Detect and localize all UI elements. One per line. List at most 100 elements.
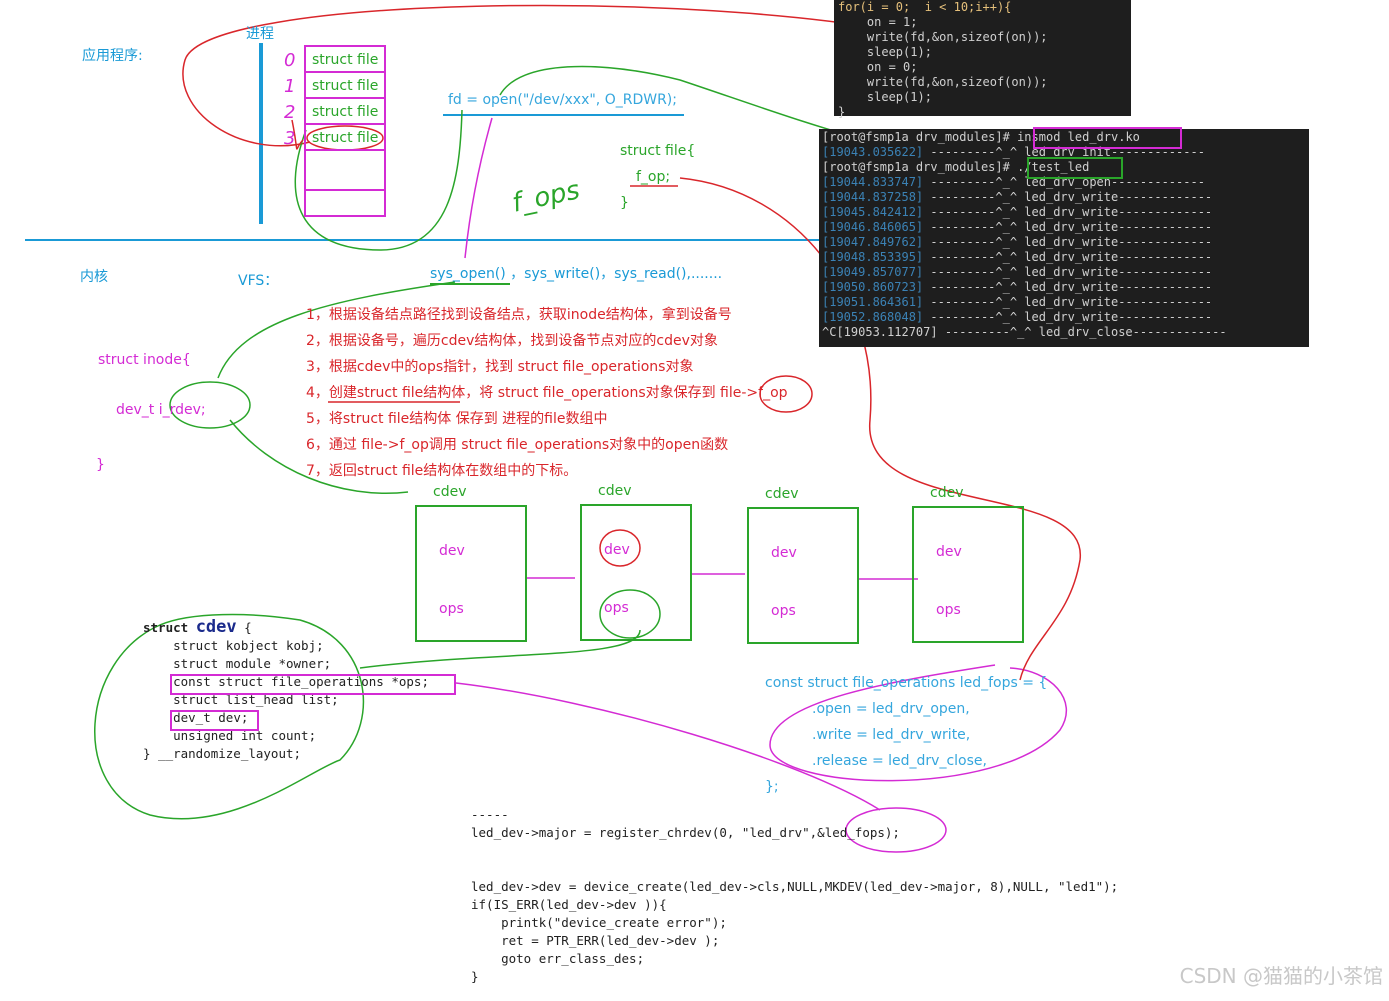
fops-close: }; bbox=[765, 779, 779, 795]
struct-file-line2: f_op; bbox=[636, 169, 671, 185]
timestamp: [19046.846065] bbox=[822, 220, 924, 234]
code-line: on = 1; bbox=[838, 15, 918, 29]
code-line: if(IS_ERR(led_dev->dev )){ bbox=[471, 897, 667, 912]
code-line: struct kobject kobj; bbox=[143, 638, 324, 653]
cdev-ops-field: ops bbox=[604, 600, 629, 616]
code-line: sleep(1); bbox=[838, 90, 932, 104]
test-led-highlight bbox=[1027, 157, 1123, 179]
log-message: ---------^_^ led_drv_write------------- bbox=[923, 250, 1213, 264]
timestamp: [19050.860723] bbox=[822, 280, 924, 294]
ops-highlight bbox=[170, 674, 456, 695]
shell-line: [19048.853395] ---------^_^ led_drv_writ… bbox=[822, 250, 1306, 265]
fd-table-empty bbox=[306, 151, 384, 189]
log-message: ---------^_^ led_drv_write------------- bbox=[923, 310, 1213, 324]
fd-number-3: 3 bbox=[284, 128, 296, 149]
log-message: ---------^_^ led_drv_write------------- bbox=[923, 190, 1213, 204]
code-line: goto err_class_des; bbox=[471, 951, 645, 966]
struct-file-line3: } bbox=[620, 195, 629, 211]
fd-table-entry: struct file bbox=[306, 47, 384, 73]
cdev-title: cdev bbox=[930, 485, 964, 501]
watermark: CSDN @猫猫的小茶馆 bbox=[1179, 964, 1383, 988]
step-4: 4，创建struct file结构体，将 struct file_operati… bbox=[306, 385, 788, 401]
fops-open: .open = led_drv_open, bbox=[812, 701, 970, 717]
timestamp: [19047.849762] bbox=[822, 235, 924, 249]
dev-highlight bbox=[170, 710, 259, 731]
kernel-label: 内核 bbox=[80, 269, 108, 285]
process-label: 进程 bbox=[246, 26, 274, 42]
inode-line2: dev_t i_rdev; bbox=[116, 402, 206, 418]
cdev-box: dev ops bbox=[912, 506, 1024, 643]
code-line: on = 0; bbox=[838, 60, 918, 74]
cdev-box: dev ops bbox=[747, 507, 859, 644]
inode-line3: } bbox=[96, 457, 105, 473]
step-5: 5，将struct file结构体 保存到 进程的file数组中 bbox=[306, 411, 608, 427]
shell-line: [19046.846065] ---------^_^ led_drv_writ… bbox=[822, 220, 1306, 235]
timestamp: [19049.857077] bbox=[822, 265, 924, 279]
register-code: ----- led_dev->major = register_chrdev(0… bbox=[471, 806, 1118, 986]
log-message: ---------^_^ led_drv_write------------- bbox=[923, 265, 1213, 279]
cdev-box: dev ops bbox=[580, 504, 692, 641]
code-line: } bbox=[838, 105, 846, 119]
timestamp: [19048.853395] bbox=[822, 250, 924, 264]
syscall-list: sys_open() ，sys_write()，sys_read(),.....… bbox=[430, 266, 723, 282]
write-code-panel: for(i = 0; i < 10;i++){ on = 1; write(fd… bbox=[834, 0, 1131, 119]
code-line: ret = PTR_ERR(led_dev->dev ); bbox=[471, 933, 720, 948]
log-message: ---------^_^ led_drv_write------------- bbox=[923, 295, 1213, 309]
fd-number-2: 2 bbox=[284, 102, 296, 123]
fops-release: .release = led_drv_close, bbox=[812, 753, 987, 769]
cdev-ops-field: ops bbox=[439, 601, 464, 617]
code-line: led_dev->dev = device_create(led_dev->cl… bbox=[471, 879, 1119, 894]
fd-table-entry: struct file bbox=[306, 125, 384, 151]
cdev-title: cdev bbox=[433, 484, 467, 500]
code-struct-name: cdev bbox=[195, 617, 237, 637]
code-line: write(fd,&on,sizeof(on)); bbox=[838, 75, 1048, 89]
shell-line: ^C[19053.112707] ---------^_^ led_drv_cl… bbox=[822, 325, 1227, 339]
fd-table-empty bbox=[306, 189, 384, 227]
step-1: 1，根据设备结点路径找到设备结点，获取inode结构体，拿到设备号 bbox=[306, 307, 732, 323]
struct-file-line1: struct file{ bbox=[620, 143, 696, 159]
cdev-dev-field: dev bbox=[604, 542, 630, 558]
timestamp: [19044.833747] bbox=[822, 175, 924, 189]
cdev-dev-field: dev bbox=[936, 544, 962, 560]
timestamp: [19051.864361] bbox=[822, 295, 924, 309]
prompt: [root@fsmp1a drv_modules]# bbox=[822, 130, 1010, 144]
code-line: printk("device_create error"); bbox=[471, 915, 727, 930]
shell-line: [19049.857077] ---------^_^ led_drv_writ… bbox=[822, 265, 1306, 280]
shell-line: [19052.868048] ---------^_^ led_drv_writ… bbox=[822, 310, 1306, 325]
code-line: for(i = 0; i < 10;i++){ bbox=[838, 0, 1012, 14]
timestamp: [19043.035622] bbox=[822, 145, 924, 159]
code-line: write(fd,&on,sizeof(on)); bbox=[838, 30, 1048, 44]
code-keyword: struct bbox=[143, 620, 196, 635]
green-cdev-arrow bbox=[229, 419, 409, 494]
code-line: led_dev->major = register_chrdev(0, "led… bbox=[471, 825, 900, 840]
step-6: 6，通过 file->f_op调用 struct file_operations… bbox=[306, 437, 729, 453]
step-7: 7，返回struct file结构体在数组中的下标。 bbox=[306, 463, 578, 479]
code-line: ----- bbox=[471, 807, 509, 822]
cdev-box: dev ops bbox=[415, 505, 527, 642]
fd-table-entry: struct file bbox=[306, 73, 384, 99]
cdev-ops-field: ops bbox=[936, 602, 961, 618]
code-line: } bbox=[471, 969, 479, 984]
cdev-ops-field: ops bbox=[771, 603, 796, 619]
magenta-syscall-arrow bbox=[464, 117, 493, 259]
fops-write: .write = led_drv_write, bbox=[812, 727, 971, 743]
cdev-title: cdev bbox=[765, 486, 799, 502]
prompt: [root@fsmp1a drv_modules]# bbox=[822, 160, 1010, 174]
insmod-highlight bbox=[1033, 127, 1182, 149]
timestamp: [19044.837258] bbox=[822, 190, 924, 204]
vfs-label: VFS： bbox=[238, 273, 279, 289]
cdev-title: cdev bbox=[598, 483, 632, 499]
log-message: ---------^_^ led_drv_write------------- bbox=[923, 205, 1213, 219]
timestamp: [19045.842412] bbox=[822, 205, 924, 219]
inode-line1: struct inode{ bbox=[98, 352, 191, 368]
code-line: } __randomize_layout; bbox=[143, 746, 302, 761]
code-line: sleep(1); bbox=[838, 45, 932, 59]
fd-number-1: 1 bbox=[284, 76, 296, 97]
syscall-underline bbox=[430, 283, 510, 285]
app-label: 应用程序: bbox=[82, 48, 143, 64]
cdev-dev-field: dev bbox=[439, 543, 465, 559]
log-message: ---------^_^ led_drv_write------------- bbox=[923, 235, 1213, 249]
shell-line: [19051.864361] ---------^_^ led_drv_writ… bbox=[822, 295, 1306, 310]
fd-table: struct file struct file struct file stru… bbox=[304, 45, 386, 217]
cdev-dev-field: dev bbox=[771, 545, 797, 561]
